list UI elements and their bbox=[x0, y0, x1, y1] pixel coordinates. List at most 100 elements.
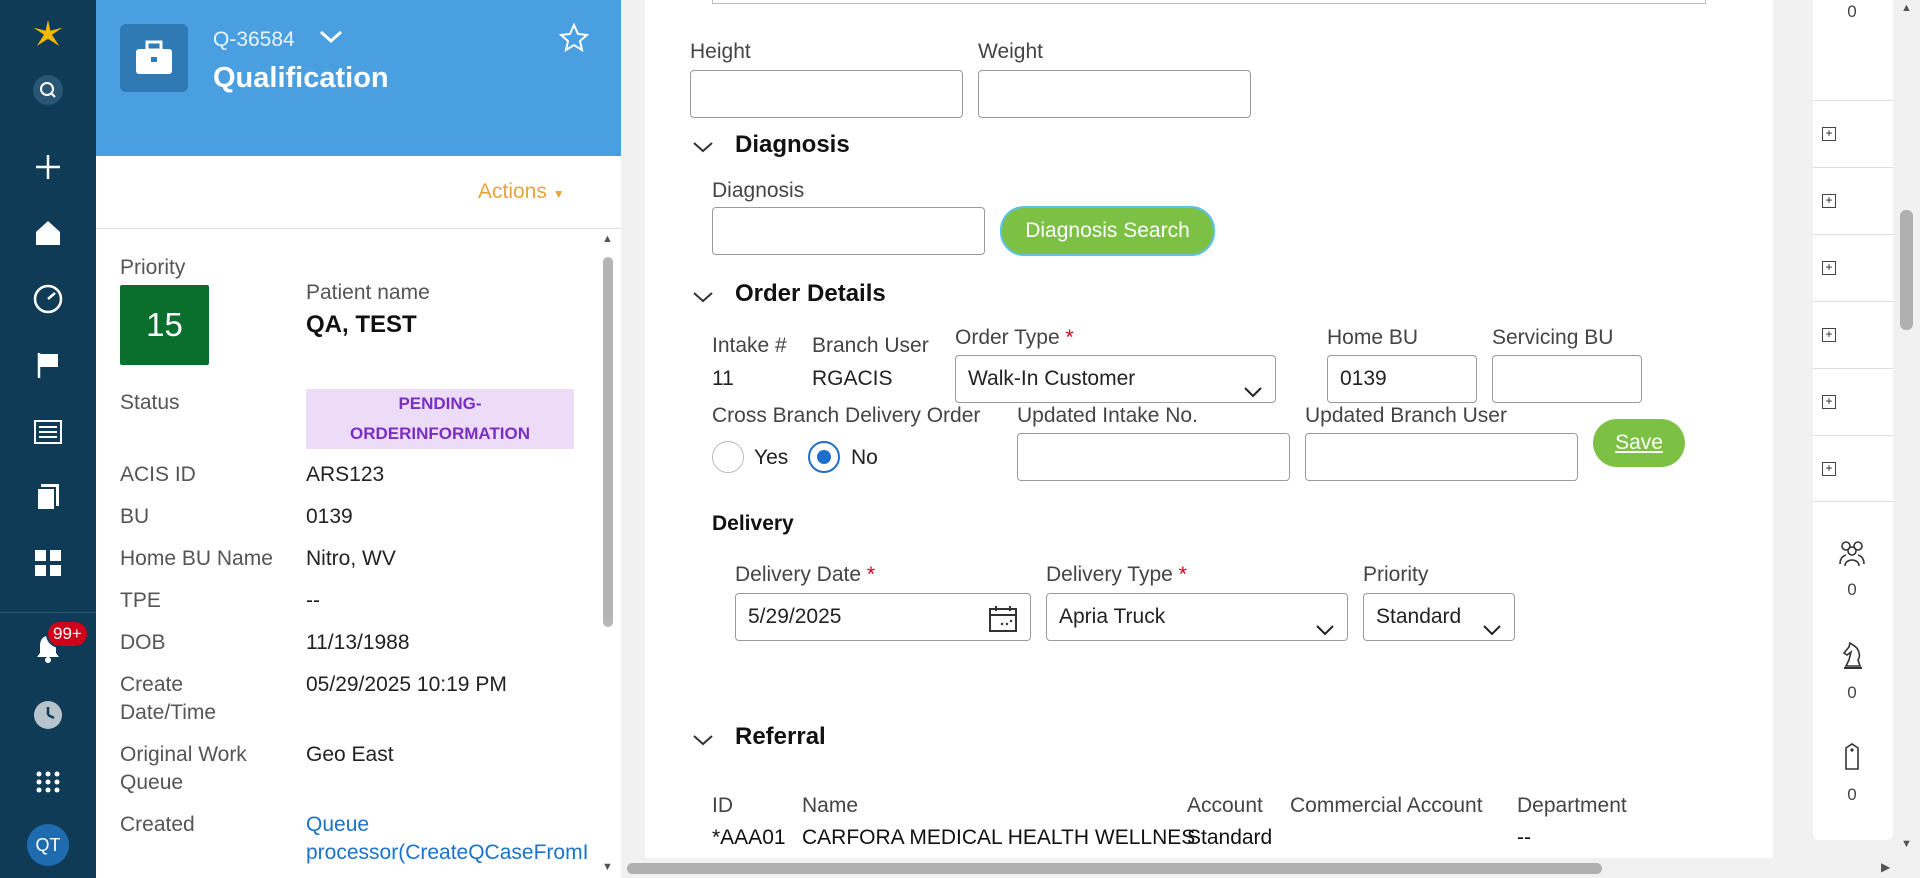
scroll-right-icon[interactable]: ▶ bbox=[1881, 860, 1890, 874]
cross-branch-yes-radio[interactable] bbox=[712, 441, 744, 473]
plus-box-icon[interactable]: + bbox=[1822, 127, 1836, 141]
avatar[interactable]: QT bbox=[27, 824, 69, 866]
cross-branch-label: Cross Branch Delivery Order bbox=[712, 404, 981, 427]
right-rail: 0 + + + + + + 0 0 0 bbox=[1773, 0, 1893, 858]
tag-icon[interactable] bbox=[1837, 742, 1867, 772]
home-bu-input[interactable]: 0139 bbox=[1327, 355, 1477, 403]
updated-intake-input[interactable] bbox=[1017, 433, 1290, 481]
vertical-scroll-thumb[interactable] bbox=[1900, 210, 1913, 330]
create-label-2: Date/Time bbox=[120, 701, 217, 724]
scroll-up-icon[interactable]: ▲ bbox=[1901, 2, 1912, 14]
plus-box-icon[interactable]: + bbox=[1822, 194, 1836, 208]
rail-expand-row[interactable]: + bbox=[1813, 301, 1893, 368]
order-type-select[interactable]: Walk-In Customer bbox=[955, 355, 1276, 403]
created-link-2: processor(CreateQCaseFromI bbox=[306, 841, 589, 864]
apps-grid-icon[interactable] bbox=[28, 543, 68, 583]
create-value: 05/29/2025 10:19 PM bbox=[306, 673, 507, 696]
scroll-down-icon[interactable]: ▼ bbox=[1901, 838, 1912, 850]
cross-branch-no-radio[interactable] bbox=[808, 441, 840, 473]
updated-branch-input[interactable] bbox=[1305, 433, 1578, 481]
priority-label: Priority bbox=[120, 256, 186, 279]
weight-input[interactable] bbox=[978, 70, 1251, 118]
home-bu-value: Nitro, WV bbox=[306, 547, 396, 570]
history-icon[interactable] bbox=[28, 695, 68, 735]
people-icon[interactable] bbox=[1837, 537, 1867, 567]
referral-header-id[interactable]: ID bbox=[712, 794, 733, 818]
diagnosis-input[interactable] bbox=[712, 207, 985, 255]
case-header: Q-36584 Qualification bbox=[96, 0, 621, 156]
home-icon[interactable] bbox=[28, 213, 68, 253]
flag-icon[interactable] bbox=[28, 345, 68, 385]
servicing-bu-input[interactable] bbox=[1492, 355, 1642, 403]
diagnosis-search-button[interactable]: Diagnosis Search bbox=[1000, 206, 1215, 256]
yes-label: Yes bbox=[754, 446, 789, 469]
delivery-date-label-text: Delivery Date bbox=[735, 563, 862, 586]
referral-header-department[interactable]: Department bbox=[1517, 794, 1627, 818]
actions-menu[interactable]: Actions ▼ bbox=[478, 180, 565, 204]
acis-label: ACIS ID bbox=[120, 463, 196, 486]
branch-user-label: Branch User bbox=[812, 334, 929, 357]
save-button[interactable]: Save bbox=[1593, 419, 1685, 467]
briefcase-icon bbox=[120, 24, 188, 92]
dashboard-icon[interactable] bbox=[28, 279, 68, 319]
created-link[interactable]: Queue processor(CreateQCaseFromI bbox=[306, 811, 588, 867]
patient-name: QA, TEST bbox=[306, 311, 417, 338]
rail-count-knight: 0 bbox=[1847, 683, 1857, 702]
delivery-type-label-text: Delivery Type bbox=[1046, 563, 1173, 586]
launcher-icon[interactable] bbox=[28, 761, 68, 801]
horizontal-scroll-thumb[interactable] bbox=[627, 863, 1602, 874]
plus-box-icon[interactable]: + bbox=[1822, 462, 1836, 476]
logo-icon[interactable] bbox=[28, 14, 68, 54]
chevron-down-icon[interactable] bbox=[318, 28, 344, 51]
documents-icon[interactable] bbox=[28, 477, 68, 517]
plus-box-icon[interactable]: + bbox=[1822, 328, 1836, 342]
plus-box-icon[interactable]: + bbox=[1822, 395, 1836, 409]
no-label: No bbox=[851, 446, 878, 469]
calendar-icon[interactable] bbox=[988, 604, 1018, 650]
rail-expand-row[interactable]: + bbox=[1813, 167, 1893, 234]
priority-badge: 15 bbox=[120, 285, 209, 365]
rail-expand-row[interactable]: + bbox=[1813, 100, 1893, 167]
chess-knight-icon[interactable] bbox=[1837, 640, 1867, 670]
chevron-down-icon[interactable] bbox=[692, 290, 714, 309]
delivery-date-value: 5/29/2025 bbox=[748, 605, 842, 628]
diagnosis-section-title: Diagnosis bbox=[735, 131, 850, 158]
delivery-priority-select[interactable]: Standard bbox=[1363, 593, 1515, 641]
chevron-down-icon[interactable] bbox=[692, 733, 714, 752]
created-label: Created bbox=[120, 813, 195, 836]
rail-expand-row[interactable]: + bbox=[1813, 368, 1893, 435]
page-horizontal-scrollbar[interactable]: ▶ bbox=[621, 858, 1920, 878]
rail-expand-row[interactable]: + bbox=[1813, 435, 1893, 502]
summary-scrollbar[interactable]: ▲ ▼ bbox=[598, 229, 618, 878]
rail-expand-row[interactable]: + bbox=[1813, 234, 1893, 301]
star-icon[interactable] bbox=[558, 22, 590, 59]
plus-icon[interactable] bbox=[28, 147, 68, 187]
referral-header-name[interactable]: Name bbox=[802, 794, 858, 818]
plus-box-icon[interactable]: + bbox=[1822, 261, 1836, 275]
search-icon[interactable] bbox=[28, 70, 68, 110]
scroll-down-icon[interactable]: ▼ bbox=[602, 861, 613, 873]
referral-section-title: Referral bbox=[735, 723, 826, 750]
referral-header-account[interactable]: Account bbox=[1187, 794, 1263, 818]
created-link-1: Queue bbox=[306, 813, 370, 836]
scroll-up-icon[interactable]: ▲ bbox=[602, 233, 613, 245]
news-icon[interactable] bbox=[28, 412, 68, 452]
chevron-down-icon[interactable] bbox=[692, 140, 714, 159]
summary-scroll-thumb[interactable] bbox=[603, 257, 613, 627]
height-input[interactable] bbox=[690, 70, 963, 118]
delivery-type-select[interactable]: Apria Truck bbox=[1046, 593, 1348, 641]
bu-label: BU bbox=[120, 505, 150, 528]
main-content: Height Weight Diagnosis Diagnosis Diagno… bbox=[621, 0, 1777, 858]
delivery-date-input[interactable]: 5/29/2025 bbox=[735, 593, 1031, 641]
referral-header-commercial-account[interactable]: Commercial Account bbox=[1290, 794, 1483, 818]
diagnosis-label: Diagnosis bbox=[712, 179, 805, 202]
page-vertical-scrollbar[interactable]: ▲ ▼ bbox=[1893, 0, 1920, 858]
referral-cell-account: Standard bbox=[1187, 826, 1273, 849]
rail-count-top: 0 bbox=[1847, 2, 1857, 21]
delivery-priority-value: Standard bbox=[1376, 605, 1462, 628]
owq-label-1: Original Work bbox=[120, 743, 247, 766]
dob-label: DOB bbox=[120, 631, 166, 654]
notification-badge: 99+ bbox=[46, 620, 89, 648]
referral-cell-department: -- bbox=[1517, 826, 1531, 849]
chevron-down-icon bbox=[1243, 370, 1263, 416]
